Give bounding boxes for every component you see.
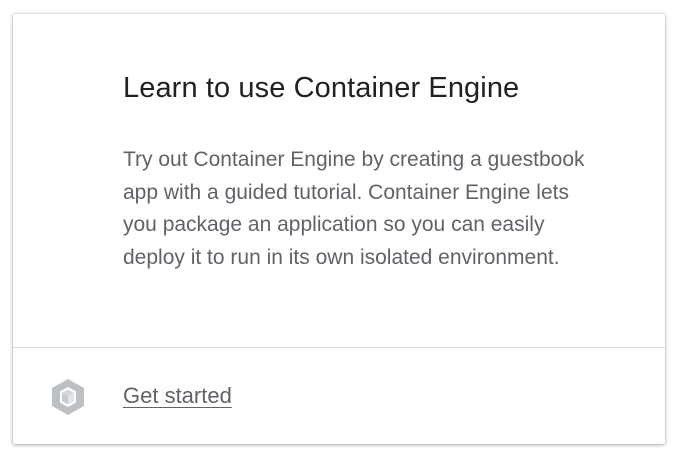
container-engine-icon <box>49 377 87 417</box>
card-footer: Get started <box>13 348 665 444</box>
card-description: Try out Container Engine by creating a g… <box>123 148 585 269</box>
tutorial-card: Learn to use Container Engine Try out Co… <box>13 14 665 444</box>
get-started-link[interactable]: Get started <box>123 383 232 409</box>
card-body: Learn to use Container Engine Try out Co… <box>13 14 665 347</box>
card-title: Learn to use Container Engine <box>123 72 520 104</box>
